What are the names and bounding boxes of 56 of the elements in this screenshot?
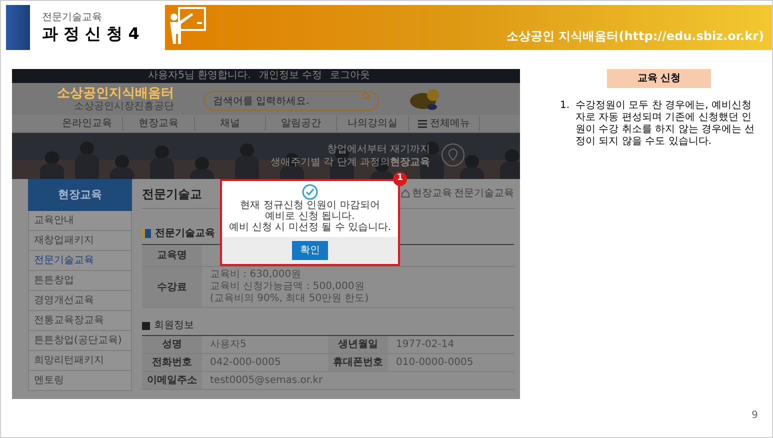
table-header-cell: 수강료	[142, 267, 202, 307]
table-cell-text: 교육비 : 630,000원	[210, 269, 302, 281]
section-heading: 회원정보	[154, 319, 194, 333]
dialog-message: 예비 신청 시 미선정 될 수 있습니다.	[228, 222, 392, 233]
notes-heading: 교육 신청	[607, 69, 711, 88]
breadcrumb-item[interactable]: 전문기술교육	[454, 186, 514, 201]
table-cell-text: 1977-02-14	[395, 338, 454, 352]
table-header-cell: 휴대폰번호	[328, 354, 388, 371]
side-menu-item[interactable]: 튼튼창업	[28, 271, 132, 291]
breadcrumb-item[interactable]: 현장교육	[412, 186, 452, 201]
dialog-message: 예비로 신청 됩니다.	[265, 211, 355, 222]
list-number: 1.	[560, 100, 570, 113]
table-cell-text: test0005@semas.or.kr	[209, 374, 323, 388]
side-menu-item[interactable]: 교육안내	[28, 211, 132, 231]
side-menu-item[interactable]: 전통교육장교육	[28, 311, 132, 331]
side-menu-item[interactable]: 멘토링	[28, 371, 132, 391]
table-cell-text: 042-000-0005	[209, 356, 281, 370]
nav-item[interactable]: 온라인교육	[52, 116, 124, 131]
nav-item[interactable]: 전체메뉴	[408, 116, 480, 131]
page-title: 전문기술교	[142, 186, 202, 202]
table-header-cell: 생년월일	[328, 336, 388, 353]
banner-tagline: 생애주기별 각 단계 과정의현장교육	[270, 156, 430, 169]
confirm-button[interactable]: 확인	[292, 241, 328, 260]
site-title: 소상공인 지식배움터(http://edu.sbiz.or.kr)	[506, 28, 764, 45]
section-heading: 전문기술교육	[155, 227, 215, 241]
logo-subtitle: 소상공인시장진흥공단	[74, 101, 174, 112]
page-number: 9	[752, 409, 758, 423]
side-menu-item[interactable]: 재창업패키지	[28, 231, 132, 251]
slide-subtitle: 전문기술교육	[42, 12, 103, 24]
top-link[interactable]: 사용자5님 환영합니다.	[148, 70, 251, 82]
side-menu-item[interactable]: 전문기술교육	[28, 251, 132, 271]
top-link[interactable]: 개인정보 수정	[258, 70, 322, 82]
nav-item[interactable]: 나의강의실	[337, 116, 409, 131]
table-cell: (교육비의 90%, 최대 50만원 한도)	[210, 293, 369, 305]
note-text: 수강정원이 모두 찬 경우에는, 예비신청자로 자동 편성되며 기존에 신청했던 인원이 수강 취소를 하지 않는 경우에는 선정이 되지 않을 수도 있습니다.	[576, 100, 756, 148]
site-logo[interactable]: 소상공인지식배움터	[57, 86, 174, 101]
side-title: 현장교육	[28, 179, 132, 211]
nav-item[interactable]: 현장교육	[123, 116, 195, 131]
table-cell-text: 교육비 신청가능금액 : 500,000원	[210, 281, 366, 293]
table-header-cell: 교육명	[142, 245, 202, 266]
nav-item[interactable]: 알림공간	[266, 116, 338, 131]
table-cell-text: 사용자5	[209, 338, 246, 352]
step-badge: 1	[393, 172, 407, 186]
top-link[interactable]: 로그아웃	[330, 70, 370, 82]
table-header-cell: 성명	[142, 336, 202, 353]
side-menu-item[interactable]: 경영개선교육	[28, 291, 132, 311]
table-cell-text: 010-0000-0005	[395, 356, 474, 370]
nav-item[interactable]: 채널	[194, 116, 266, 131]
table-header-cell: 전화번호	[142, 354, 202, 371]
table-header-cell: 이메일주소	[142, 372, 202, 389]
side-menu-item[interactable]: 튼튼창업(공단교육)	[28, 331, 132, 351]
search-field[interactable]: 검색어를 입력하세요.	[204, 91, 379, 112]
side-menu-item[interactable]: 희망리턴패키지	[28, 351, 132, 371]
dialog-message: 현재 정규신청 인원이 마감되어	[240, 200, 380, 211]
banner-headline: 창업에서부터 재기까지	[326, 143, 430, 156]
slide-title: 과 정 신 청 4	[42, 24, 140, 44]
